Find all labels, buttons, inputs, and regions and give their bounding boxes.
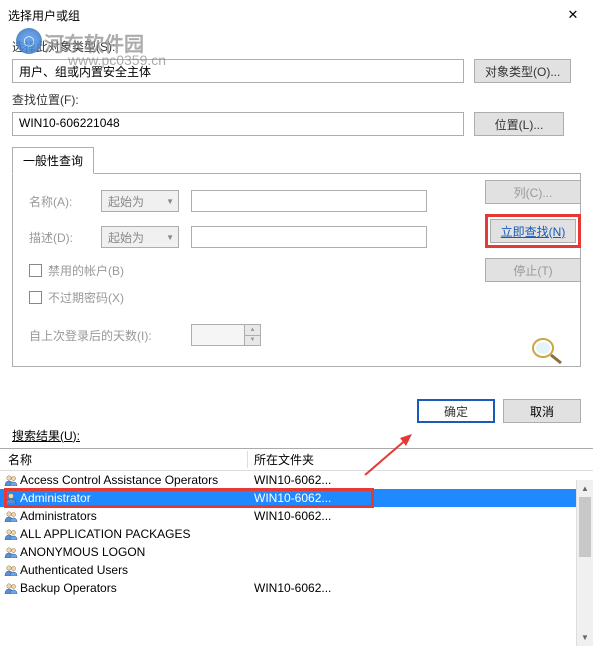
users-icon <box>0 546 18 558</box>
window-title: 选择用户或组 <box>8 7 80 24</box>
scroll-up-icon[interactable]: ▲ <box>577 480 593 497</box>
row-folder: WIN10-6062... <box>248 473 331 487</box>
users-icon <box>0 564 18 576</box>
results-table-header: 名称 所在文件夹 <box>0 449 593 471</box>
nonexpiring-password-label: 不过期密码(X) <box>48 289 124 306</box>
scroll-down-icon[interactable]: ▼ <box>577 629 593 646</box>
row-folder: WIN10-6062... <box>248 509 331 523</box>
row-name: Backup Operators <box>18 581 248 595</box>
spinner-up-icon[interactable]: ▲ <box>245 325 260 336</box>
nonexpiring-password-checkbox[interactable] <box>29 291 42 304</box>
object-type-label: 选择此对象类型(S): <box>12 38 581 55</box>
disabled-accounts-checkbox[interactable] <box>29 264 42 277</box>
results-table-body: Access Control Assistance OperatorsWIN10… <box>0 471 593 601</box>
locations-button[interactable]: 位置(L)... <box>474 112 564 136</box>
table-row[interactable]: Access Control Assistance OperatorsWIN10… <box>0 471 593 489</box>
table-row[interactable]: Backup OperatorsWIN10-6062... <box>0 579 593 597</box>
close-button[interactable]: ✕ <box>553 0 593 30</box>
row-name: Administrators <box>18 509 248 523</box>
chevron-down-icon: ▼ <box>166 233 174 242</box>
table-row[interactable]: AdministratorsWIN10-6062... <box>0 507 593 525</box>
days-spinner[interactable]: ▲ ▼ <box>191 324 261 346</box>
days-label: 自上次登录后的天数(I): <box>29 327 179 344</box>
columns-button[interactable]: 列(C)... <box>485 180 581 204</box>
table-row[interactable]: ALL APPLICATION PACKAGES <box>0 525 593 543</box>
row-name: Administrator <box>18 491 248 505</box>
users-icon <box>0 510 18 522</box>
users-icon <box>0 474 18 486</box>
row-name: ALL APPLICATION PACKAGES <box>18 527 248 541</box>
location-value: WIN10-606221048 <box>12 112 464 136</box>
scroll-thumb[interactable] <box>579 497 591 557</box>
row-folder: WIN10-6062... <box>248 491 354 505</box>
cancel-button[interactable]: 取消 <box>503 399 581 423</box>
column-header-folder[interactable]: 所在文件夹 <box>248 451 593 468</box>
location-label: 查找位置(F): <box>12 91 581 108</box>
name-input[interactable] <box>191 190 427 212</box>
ok-button[interactable]: 确定 <box>417 399 495 423</box>
name-mode-combo[interactable]: 起始为 ▼ <box>101 190 179 212</box>
table-row[interactable]: ANONYMOUS LOGON <box>0 543 593 561</box>
scrollbar-vertical[interactable]: ▲ ▼ <box>576 480 593 646</box>
desc-input[interactable] <box>191 226 427 248</box>
find-now-button[interactable]: 立即查找(N) <box>490 219 576 243</box>
watermark-logo: ◯ <box>16 28 42 54</box>
disabled-accounts-label: 禁用的帐户(B) <box>48 262 124 279</box>
column-header-name[interactable]: 名称 <box>0 451 248 468</box>
spinner-down-icon[interactable]: ▼ <box>245 336 260 346</box>
users-icon <box>0 528 18 540</box>
row-name: Access Control Assistance Operators <box>18 473 248 487</box>
tab-common-queries[interactable]: 一般性查询 <box>12 147 94 174</box>
name-label: 名称(A): <box>29 193 89 210</box>
magnifier-icon <box>527 335 563 365</box>
annotation-red-box-findnow: 立即查找(N) <box>485 214 581 248</box>
row-name: ANONYMOUS LOGON <box>18 545 248 559</box>
desc-label: 描述(D): <box>29 229 89 246</box>
row-name: Authenticated Users <box>18 563 248 577</box>
table-row[interactable]: Authenticated Users <box>0 561 593 579</box>
desc-mode-combo[interactable]: 起始为 ▼ <box>101 226 179 248</box>
title-bar: 选择用户或组 ✕ <box>0 0 593 30</box>
chevron-down-icon: ▼ <box>166 197 174 206</box>
row-folder: WIN10-6062... <box>248 581 331 595</box>
users-icon <box>0 582 18 594</box>
table-row[interactable]: AdministratorWIN10-6062... <box>0 489 593 507</box>
users-icon <box>0 492 18 504</box>
results-label: 搜索结果(U): <box>0 427 593 444</box>
object-type-value: 用户、组或内置安全主体 <box>12 59 464 83</box>
object-types-button[interactable]: 对象类型(O)... <box>474 59 571 83</box>
stop-button[interactable]: 停止(T) <box>485 258 581 282</box>
